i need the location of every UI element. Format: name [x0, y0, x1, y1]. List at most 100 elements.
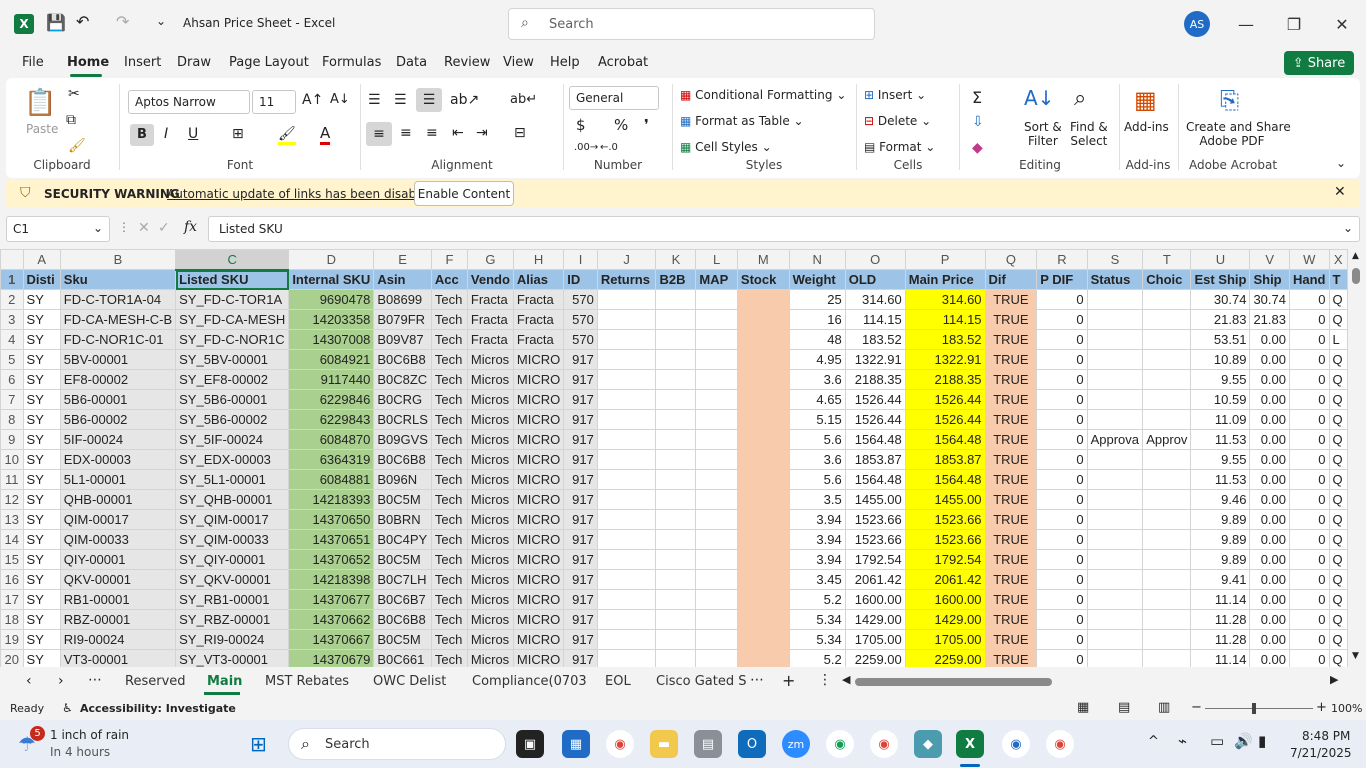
data-cell[interactable]: TRUE	[984, 629, 1038, 650]
data-cell[interactable]	[596, 289, 657, 310]
data-cell[interactable]: RI9-00024	[59, 629, 177, 650]
data-cell[interactable]	[1142, 609, 1192, 630]
data-cell[interactable]	[1142, 409, 1192, 430]
enable-content-button[interactable]: Enable Content	[414, 181, 514, 206]
data-cell[interactable]	[1086, 589, 1144, 610]
data-cell[interactable]: 1526.44	[904, 389, 986, 410]
data-cell[interactable]: 4.65	[788, 389, 846, 410]
data-cell[interactable]: 0	[1036, 589, 1088, 610]
data-cell[interactable]: 1523.66	[844, 529, 906, 550]
data-cell[interactable]	[736, 369, 790, 390]
data-cell[interactable]: 1853.87	[904, 449, 986, 470]
data-cell[interactable]: 2259.00	[844, 649, 906, 667]
data-cell[interactable]: 1564.48	[844, 469, 906, 490]
data-cell[interactable]: Q	[1328, 489, 1348, 510]
enter-icon[interactable]: ✓	[158, 220, 170, 236]
data-cell[interactable]: 2188.35	[904, 369, 986, 390]
tab-eol[interactable]: EOL	[605, 674, 631, 689]
data-cell[interactable]	[1086, 569, 1144, 590]
data-cell[interactable]: Approva	[1086, 429, 1144, 450]
data-cell[interactable]: 4.95	[788, 349, 846, 370]
close-icon[interactable]: ✕	[1322, 10, 1362, 38]
font-color-icon[interactable]: A	[320, 124, 331, 145]
data-cell[interactable]	[596, 389, 657, 410]
data-cell[interactable]: 16	[788, 309, 846, 330]
data-cell[interactable]: 5.34	[788, 629, 846, 650]
name-box[interactable]: C1 ⌄	[6, 216, 110, 242]
data-cell[interactable]	[596, 549, 657, 570]
data-cell[interactable]: B0C6B7	[373, 589, 432, 610]
orientation-icon[interactable]: ab↗	[450, 92, 479, 108]
data-cell[interactable]	[596, 629, 657, 650]
data-cell[interactable]: MICRO	[512, 389, 565, 410]
data-cell[interactable]: B096N	[373, 469, 432, 490]
data-cell[interactable]: SY	[22, 309, 61, 330]
data-cell[interactable]: TRUE	[984, 449, 1038, 470]
data-cell[interactable]: SY_RB1-00001	[175, 589, 290, 610]
decrease-decimal-icon[interactable]: ←.0	[600, 142, 618, 153]
data-cell[interactable]: SY_QIM-00017	[175, 509, 290, 530]
data-cell[interactable]: 0.00	[1249, 509, 1290, 530]
data-cell[interactable]: 917	[563, 529, 598, 550]
data-cell[interactable]: 1523.66	[844, 509, 906, 530]
data-cell[interactable]: 1455.00	[844, 489, 906, 510]
data-cell[interactable]	[1086, 369, 1144, 390]
percent-icon[interactable]: %	[614, 116, 628, 134]
data-cell[interactable]: Micros	[466, 489, 514, 510]
row-header[interactable]: 9	[0, 429, 24, 450]
data-cell[interactable]: 1792.54	[904, 549, 986, 570]
column-header-p[interactable]: P	[904, 249, 986, 270]
data-cell[interactable]: MICRO	[512, 469, 565, 490]
data-cell[interactable]: 30.74	[1190, 289, 1251, 310]
data-cell[interactable]	[655, 369, 697, 390]
data-cell[interactable]	[1142, 349, 1192, 370]
data-cell[interactable]: Fracta	[466, 309, 514, 330]
taskbar-search[interactable]: ⌕ Search	[288, 728, 506, 760]
data-cell[interactable]: Tech	[430, 609, 468, 630]
align-center-icon[interactable]: ≡	[400, 125, 412, 141]
addins-icon[interactable]: ▦	[1134, 86, 1157, 114]
data-cell[interactable]: 9.55	[1190, 369, 1251, 390]
delete-cells-button[interactable]: ⊟ Delete ⌄	[864, 114, 931, 128]
data-cell[interactable]: RBZ-00001	[59, 609, 177, 630]
data-cell[interactable]: Tech	[430, 309, 468, 330]
data-cell[interactable]: B0C5M	[373, 549, 432, 570]
data-cell[interactable]: Tech	[430, 289, 468, 310]
data-cell[interactable]: 0.00	[1249, 409, 1290, 430]
data-cell[interactable]: SY_5IF-00024	[175, 429, 290, 450]
data-cell[interactable]: Fracta	[512, 289, 565, 310]
data-cell[interactable]: 917	[563, 649, 598, 667]
data-cell[interactable]: TRUE	[984, 369, 1038, 390]
format-cells-button[interactable]: ▤ Format ⌄	[864, 140, 935, 154]
data-cell[interactable]	[1086, 449, 1144, 470]
data-cell[interactable]: MICRO	[512, 509, 565, 530]
data-cell[interactable]: TRUE	[984, 529, 1038, 550]
data-cell[interactable]: 0	[1036, 309, 1088, 330]
row-header[interactable]: 14	[0, 529, 24, 550]
data-cell[interactable]	[655, 509, 697, 530]
data-cell[interactable]	[695, 329, 738, 350]
data-cell[interactable]: 0	[1289, 609, 1330, 630]
column-header-m[interactable]: M	[736, 249, 790, 270]
row-header[interactable]: 20	[0, 649, 24, 667]
data-cell[interactable]: 0.00	[1249, 609, 1290, 630]
row-header[interactable]: 7	[0, 389, 24, 410]
data-cell[interactable]: FD-CA-MESH-C-B	[59, 309, 177, 330]
data-cell[interactable]: SY	[22, 649, 61, 667]
data-cell[interactable]: 11.09	[1190, 409, 1251, 430]
data-cell[interactable]: 917	[563, 449, 598, 470]
data-cell[interactable]: 14370651	[288, 529, 375, 550]
data-cell[interactable]	[596, 349, 657, 370]
column-title-cell[interactable]: Hand	[1289, 269, 1330, 290]
data-cell[interactable]: SY_5BV-00001	[175, 349, 290, 370]
data-cell[interactable]: 0	[1289, 409, 1330, 430]
row-header[interactable]: 10	[0, 449, 24, 470]
data-cell[interactable]: 1526.44	[844, 409, 906, 430]
data-cell[interactable]	[1142, 629, 1192, 650]
data-cell[interactable]	[695, 549, 738, 570]
data-cell[interactable]: TRUE	[984, 609, 1038, 630]
column-header-t[interactable]: T	[1142, 249, 1192, 270]
data-cell[interactable]: Q	[1328, 349, 1348, 370]
data-cell[interactable]	[596, 329, 657, 350]
data-cell[interactable]: 5.6	[788, 429, 846, 450]
